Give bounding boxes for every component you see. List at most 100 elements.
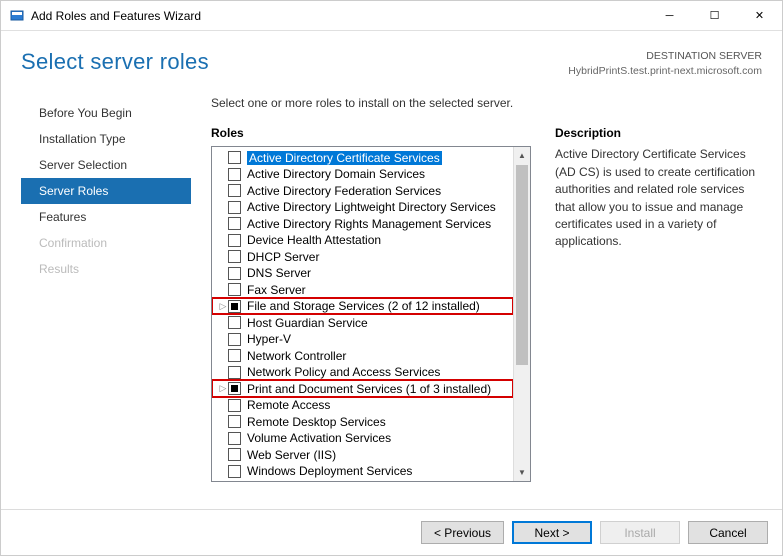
destination-label: DESTINATION SERVER	[568, 49, 762, 64]
sidebar-item-server-roles[interactable]: Server Roles	[21, 178, 191, 204]
roles-header: Roles	[211, 126, 531, 140]
role-label[interactable]: Remote Access	[247, 398, 330, 412]
title-bar: Add Roles and Features Wizard ─ ☐ ✕	[1, 1, 782, 31]
role-row[interactable]: Fax Server	[212, 281, 513, 298]
role-row[interactable]: Remote Access	[212, 397, 513, 414]
sidebar-item-before-you-begin[interactable]: Before You Begin	[21, 100, 191, 126]
header: Select server roles DESTINATION SERVER H…	[1, 31, 782, 78]
instruction-text: Select one or more roles to install on t…	[211, 96, 762, 110]
role-row[interactable]: Network Controller	[212, 347, 513, 364]
role-label[interactable]: DNS Server	[247, 266, 311, 280]
role-checkbox[interactable]	[228, 366, 241, 379]
sidebar-item-results: Results	[21, 256, 191, 282]
scrollbar[interactable]: ▲ ▼	[513, 147, 530, 481]
role-row[interactable]: Hyper-V	[212, 331, 513, 348]
role-checkbox[interactable]	[228, 448, 241, 461]
role-checkbox[interactable]	[228, 250, 241, 263]
sidebar-item-features[interactable]: Features	[21, 204, 191, 230]
role-label[interactable]: Print and Document Services (1 of 3 inst…	[247, 382, 491, 396]
scroll-thumb[interactable]	[516, 165, 528, 365]
role-checkbox[interactable]	[228, 151, 241, 164]
role-label[interactable]: Active Directory Domain Services	[247, 167, 425, 181]
footer: < Previous Next > Install Cancel	[1, 509, 782, 555]
chevron-right-icon[interactable]: ▷	[218, 301, 228, 312]
role-label[interactable]: DHCP Server	[247, 250, 319, 264]
destination-value: HybridPrintS.test.print-next.microsoft.c…	[568, 64, 762, 79]
role-row[interactable]: Remote Desktop Services	[212, 413, 513, 430]
roles-listbox[interactable]: Active Directory Certificate Services Act…	[211, 146, 531, 482]
role-label[interactable]: Device Health Attestation	[247, 233, 381, 247]
role-checkbox[interactable]	[228, 234, 241, 247]
chevron-right-icon[interactable]: ▷	[218, 383, 228, 394]
minimize-button[interactable]: ─	[647, 1, 692, 30]
role-label[interactable]: Network Policy and Access Services	[247, 365, 440, 379]
role-row[interactable]: Volume Activation Services	[212, 430, 513, 447]
role-checkbox[interactable]	[228, 168, 241, 181]
sidebar-item-confirmation: Confirmation	[21, 230, 191, 256]
role-label[interactable]: File and Storage Services (2 of 12 insta…	[247, 299, 480, 313]
role-label[interactable]: Volume Activation Services	[247, 431, 391, 445]
role-row[interactable]: Network Policy and Access Services	[212, 364, 513, 381]
role-checkbox[interactable]	[228, 333, 241, 346]
role-label[interactable]: Hyper-V	[247, 332, 291, 346]
role-label[interactable]: Web Server (IIS)	[247, 448, 336, 462]
role-checkbox[interactable]	[228, 415, 241, 428]
role-label[interactable]: Network Controller	[247, 349, 346, 363]
role-label[interactable]: Active Directory Lightweight Directory S…	[247, 200, 496, 214]
role-row[interactable]: ▷ Print and Document Services (1 of 3 ins…	[212, 380, 513, 397]
content-area: Select one or more roles to install on t…	[191, 96, 762, 518]
role-checkbox[interactable]	[228, 349, 241, 362]
role-label[interactable]: Fax Server	[247, 283, 306, 297]
window-title: Add Roles and Features Wizard	[31, 9, 647, 23]
page-title: Select server roles	[21, 49, 209, 75]
role-row[interactable]: Active Directory Rights Management Servi…	[212, 215, 513, 232]
close-button[interactable]: ✕	[737, 1, 782, 30]
role-checkbox[interactable]	[228, 201, 241, 214]
role-row[interactable]: Web Server (IIS)	[212, 446, 513, 463]
roles-column: Roles Active Directory Certificate Servi…	[211, 126, 531, 482]
app-icon	[9, 8, 25, 24]
description-column: Description Active Directory Certificate…	[555, 126, 762, 482]
sidebar-item-installation-type[interactable]: Installation Type	[21, 126, 191, 152]
next-button[interactable]: Next >	[512, 521, 592, 544]
role-checkbox[interactable]	[228, 316, 241, 329]
role-checkbox[interactable]	[228, 465, 241, 478]
role-checkbox[interactable]	[228, 382, 241, 395]
role-row[interactable]: Active Directory Lightweight Directory S…	[212, 199, 513, 216]
cancel-button[interactable]: Cancel	[688, 521, 768, 544]
previous-button[interactable]: < Previous	[421, 521, 504, 544]
role-row[interactable]: Active Directory Domain Services	[212, 166, 513, 183]
wizard-sidebar: Before You BeginInstallation TypeServer …	[21, 96, 191, 518]
role-row[interactable]: DHCP Server	[212, 248, 513, 265]
scroll-up-icon[interactable]: ▲	[514, 147, 530, 164]
maximize-button[interactable]: ☐	[692, 1, 737, 30]
role-label[interactable]: Host Guardian Service	[247, 316, 368, 330]
role-label[interactable]: Active Directory Federation Services	[247, 184, 441, 198]
role-label[interactable]: Active Directory Rights Management Servi…	[247, 217, 491, 231]
description-text: Active Directory Certificate Services (A…	[555, 146, 762, 250]
role-label[interactable]: Remote Desktop Services	[247, 415, 386, 429]
window-controls: ─ ☐ ✕	[647, 1, 782, 30]
destination-block: DESTINATION SERVER HybridPrintS.test.pri…	[568, 49, 762, 78]
role-checkbox[interactable]	[228, 184, 241, 197]
role-checkbox[interactable]	[228, 283, 241, 296]
role-row[interactable]: DNS Server	[212, 265, 513, 282]
scroll-down-icon[interactable]: ▼	[514, 464, 530, 481]
role-row[interactable]: Device Health Attestation	[212, 232, 513, 249]
role-row[interactable]: Active Directory Federation Services	[212, 182, 513, 199]
role-checkbox[interactable]	[228, 300, 241, 313]
role-checkbox[interactable]	[228, 399, 241, 412]
role-checkbox[interactable]	[228, 267, 241, 280]
install-button: Install	[600, 521, 680, 544]
main-area: Before You BeginInstallation TypeServer …	[1, 78, 782, 518]
role-checkbox[interactable]	[228, 217, 241, 230]
role-label[interactable]: Windows Deployment Services	[247, 464, 412, 478]
role-row[interactable]: Host Guardian Service	[212, 314, 513, 331]
sidebar-item-server-selection[interactable]: Server Selection	[21, 152, 191, 178]
description-header: Description	[555, 126, 762, 140]
role-label[interactable]: Active Directory Certificate Services	[247, 151, 442, 165]
role-row[interactable]: ▷ File and Storage Services (2 of 12 inst…	[212, 298, 513, 315]
role-row[interactable]: Active Directory Certificate Services	[212, 149, 513, 166]
role-row[interactable]: Windows Deployment Services	[212, 463, 513, 480]
role-checkbox[interactable]	[228, 432, 241, 445]
